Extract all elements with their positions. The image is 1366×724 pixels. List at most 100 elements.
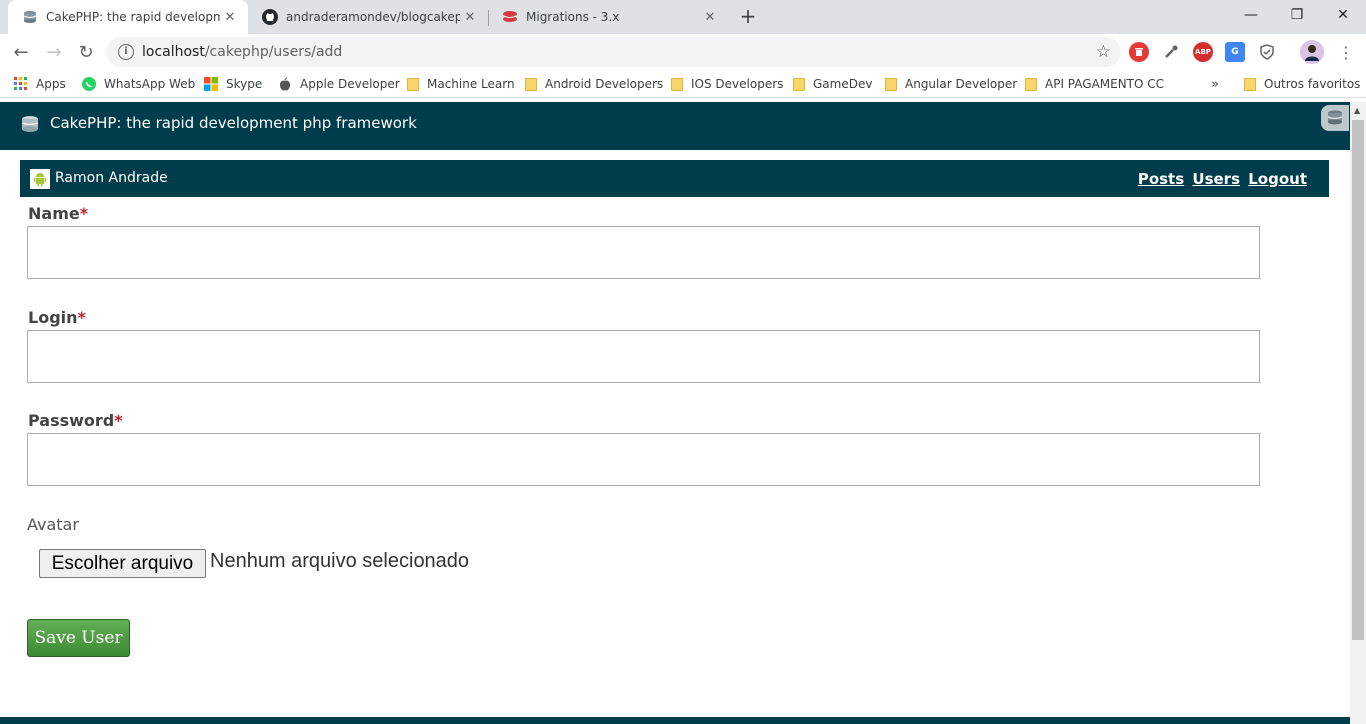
adblock-plus-extension-icon[interactable]: ABP (1193, 42, 1213, 62)
url-path: /cakephp/users/add (204, 44, 343, 60)
required-mark: * (77, 308, 86, 327)
bookmark-android-developers[interactable]: Android Developers (525, 76, 663, 92)
bookmark-apps[interactable]: Apps (14, 76, 66, 92)
eyedropper-extension-icon[interactable] (1161, 42, 1181, 62)
forward-button[interactable]: → (40, 38, 68, 66)
apps-grid-icon (14, 77, 27, 90)
profile-avatar-icon[interactable] (1300, 40, 1324, 64)
page-scrollbar[interactable]: ▲ (1350, 102, 1366, 724)
folder-icon (885, 77, 897, 91)
bookmark-gamedev[interactable]: GameDev (793, 76, 872, 92)
required-mark: * (79, 204, 89, 223)
apple-icon (280, 77, 290, 91)
new-tab-button[interactable]: + (736, 5, 760, 29)
bookmark-whatsapp[interactable]: WhatsApp Web (82, 76, 195, 92)
bookmarks-overflow-button[interactable]: » (1211, 76, 1219, 92)
bookmarks-bar: Apps WhatsApp Web Skype Apple Developer … (0, 70, 1366, 98)
choose-file-button[interactable]: Escolher arquivo (39, 549, 206, 578)
whatsapp-icon (82, 77, 96, 91)
users-link[interactable]: Users (1192, 170, 1240, 188)
folder-icon (525, 77, 537, 91)
bookmark-apple-developer[interactable]: Apple Developer (278, 76, 400, 92)
login-label-text: Login (28, 308, 78, 327)
url-host: localhost (142, 44, 205, 60)
save-user-button[interactable]: Save User (27, 619, 130, 657)
password-input[interactable] (27, 433, 1260, 486)
shield-extension-icon[interactable] (1257, 42, 1277, 62)
site-title: CakePHP: the rapid development php frame… (50, 114, 417, 132)
scroll-up-arrow-icon[interactable]: ▲ (1354, 106, 1360, 115)
bookmark-machine-learn[interactable]: Machine Learn (407, 76, 515, 92)
url-text[interactable]: localhost/cakephp/users/add (142, 37, 342, 67)
bookmark-angular-developer[interactable]: Angular Developer (885, 76, 1017, 92)
logout-link[interactable]: Logout (1248, 170, 1307, 188)
android-avatar-icon (30, 169, 50, 189)
cakephp-logo-icon (21, 116, 39, 132)
page-viewport: CakePHP: the rapid development php frame… (0, 102, 1350, 724)
menu-kebab-icon[interactable]: ⋮ (1332, 38, 1360, 66)
avatar-label: Avatar (27, 515, 79, 534)
tab-title: CakePHP: the rapid development (46, 10, 220, 24)
tab-strip: CakePHP: the rapid development ✕ andrade… (0, 0, 1366, 34)
bookmark-api-pagamento[interactable]: API PAGAMENTO CC (1025, 76, 1164, 92)
login-input[interactable] (27, 330, 1260, 383)
debugkit-toolbar-icon[interactable] (1321, 105, 1349, 131)
file-status-text: Nenhum arquivo selecionado (210, 550, 470, 572)
user-nav-links: Posts Users Logout (1135, 170, 1307, 188)
user-name: Ramon Andrade (55, 170, 168, 186)
folder-icon (407, 77, 419, 91)
bookmark-label: Apple Developer (300, 77, 400, 91)
tab-title: Migrations - 3.x (526, 10, 620, 24)
scrollbar-thumb[interactable] (1352, 120, 1364, 640)
address-bar[interactable]: i localhost/cakephp/users/add ☆ (106, 37, 1121, 67)
back-button[interactable]: ← (7, 38, 35, 66)
bookmark-label: IOS Developers (691, 77, 784, 91)
close-tab-icon[interactable]: ✕ (700, 7, 720, 27)
posts-link[interactable]: Posts (1138, 170, 1184, 188)
reload-button[interactable]: ↻ (72, 38, 100, 66)
tab-title: andraderamondev/blogcakephp (286, 10, 460, 24)
cakephp-favicon-icon (22, 9, 38, 25)
password-label-text: Password (28, 411, 115, 430)
site-footer (0, 717, 1350, 724)
site-info-icon[interactable]: i (118, 44, 134, 60)
bookmark-label: GameDev (813, 77, 873, 91)
user-bar: Ramon Andrade Posts Users Logout (20, 160, 1329, 197)
name-label-text: Name (28, 204, 80, 223)
tab-migrations[interactable]: Migrations - 3.x ✕ (488, 0, 728, 34)
restore-button[interactable]: ❐ (1274, 0, 1320, 30)
bookmark-label: Angular Developer (905, 77, 1018, 91)
bookmark-label: Skype (226, 77, 263, 91)
name-input[interactable] (27, 226, 1260, 279)
tab-cakephp[interactable]: CakePHP: the rapid development ✕ (8, 0, 248, 34)
cakephp-red-favicon-icon (502, 9, 518, 25)
github-icon (262, 9, 278, 25)
google-translate-extension-icon[interactable]: G (1225, 42, 1245, 62)
bookmark-skype[interactable]: Skype (204, 76, 262, 92)
bookmark-label: Android Developers (545, 77, 664, 91)
tab-github[interactable]: andraderamondev/blogcakephp ✕ (248, 0, 488, 34)
bookmark-label: Machine Learn (427, 77, 515, 91)
name-label: Name* (28, 204, 88, 223)
password-label: Password* (28, 411, 123, 430)
windows-logo-icon (204, 77, 218, 91)
folder-icon (1244, 77, 1256, 91)
folder-icon (1025, 77, 1037, 91)
minimize-button[interactable]: — (1228, 0, 1274, 30)
bookmark-ios-developers[interactable]: IOS Developers (671, 76, 783, 92)
bookmark-label: Apps (36, 77, 66, 91)
bookmark-label: API PAGAMENTO CC (1045, 77, 1165, 91)
required-mark: * (114, 411, 123, 430)
close-window-button[interactable]: ✕ (1320, 0, 1366, 30)
site-header: CakePHP: the rapid development php frame… (0, 102, 1350, 150)
other-bookmarks-folder[interactable]: Outros favoritos (1244, 76, 1360, 92)
folder-icon (671, 77, 683, 91)
close-tab-icon[interactable]: ✕ (460, 7, 480, 27)
bookmark-star-icon[interactable]: ☆ (1096, 42, 1111, 62)
red-badge-extension-icon[interactable] (1129, 42, 1149, 62)
close-tab-icon[interactable]: ✕ (220, 7, 240, 27)
folder-icon (793, 77, 805, 91)
bookmark-label: Outros favoritos (1264, 77, 1361, 91)
login-label: Login* (28, 308, 86, 327)
browser-toolbar: ← → ↻ i localhost/cakephp/users/add ☆ AB… (0, 34, 1366, 70)
